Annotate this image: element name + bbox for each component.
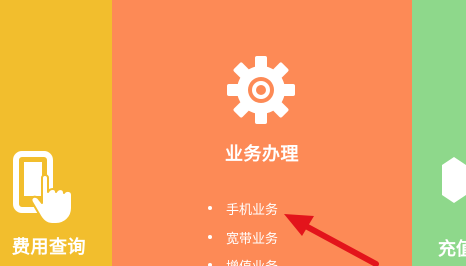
gear-icon xyxy=(227,56,295,124)
business-title: 业务办理 xyxy=(225,144,299,165)
fee-query-title: 费用查询 xyxy=(12,237,86,258)
menu-item-broadband-business[interactable]: 宽带业务 xyxy=(208,227,278,247)
service-page: 费用查询 业务办理 手机业务 宽带业务 增值业务 充 xyxy=(0,0,466,266)
menu-item-label: 手机业务 xyxy=(226,202,279,218)
panel-fee-query[interactable]: 费用查询 xyxy=(0,0,112,266)
bullet-icon xyxy=(208,206,212,210)
red-arrow-icon xyxy=(284,214,379,266)
menu-item-label: 增值业务 xyxy=(226,256,278,266)
menu-item-value-added-business[interactable]: 增值业务 xyxy=(208,255,278,266)
phone-touch-icon xyxy=(13,151,73,225)
bullet-icon xyxy=(208,235,212,239)
menu-item-mobile-business[interactable]: 手机业务 xyxy=(208,198,278,218)
recharge-title: 充值 xyxy=(438,239,466,260)
menu-item-label: 宽带业务 xyxy=(226,231,279,247)
hexagon-icon xyxy=(442,157,466,203)
panel-recharge[interactable] xyxy=(412,0,466,266)
